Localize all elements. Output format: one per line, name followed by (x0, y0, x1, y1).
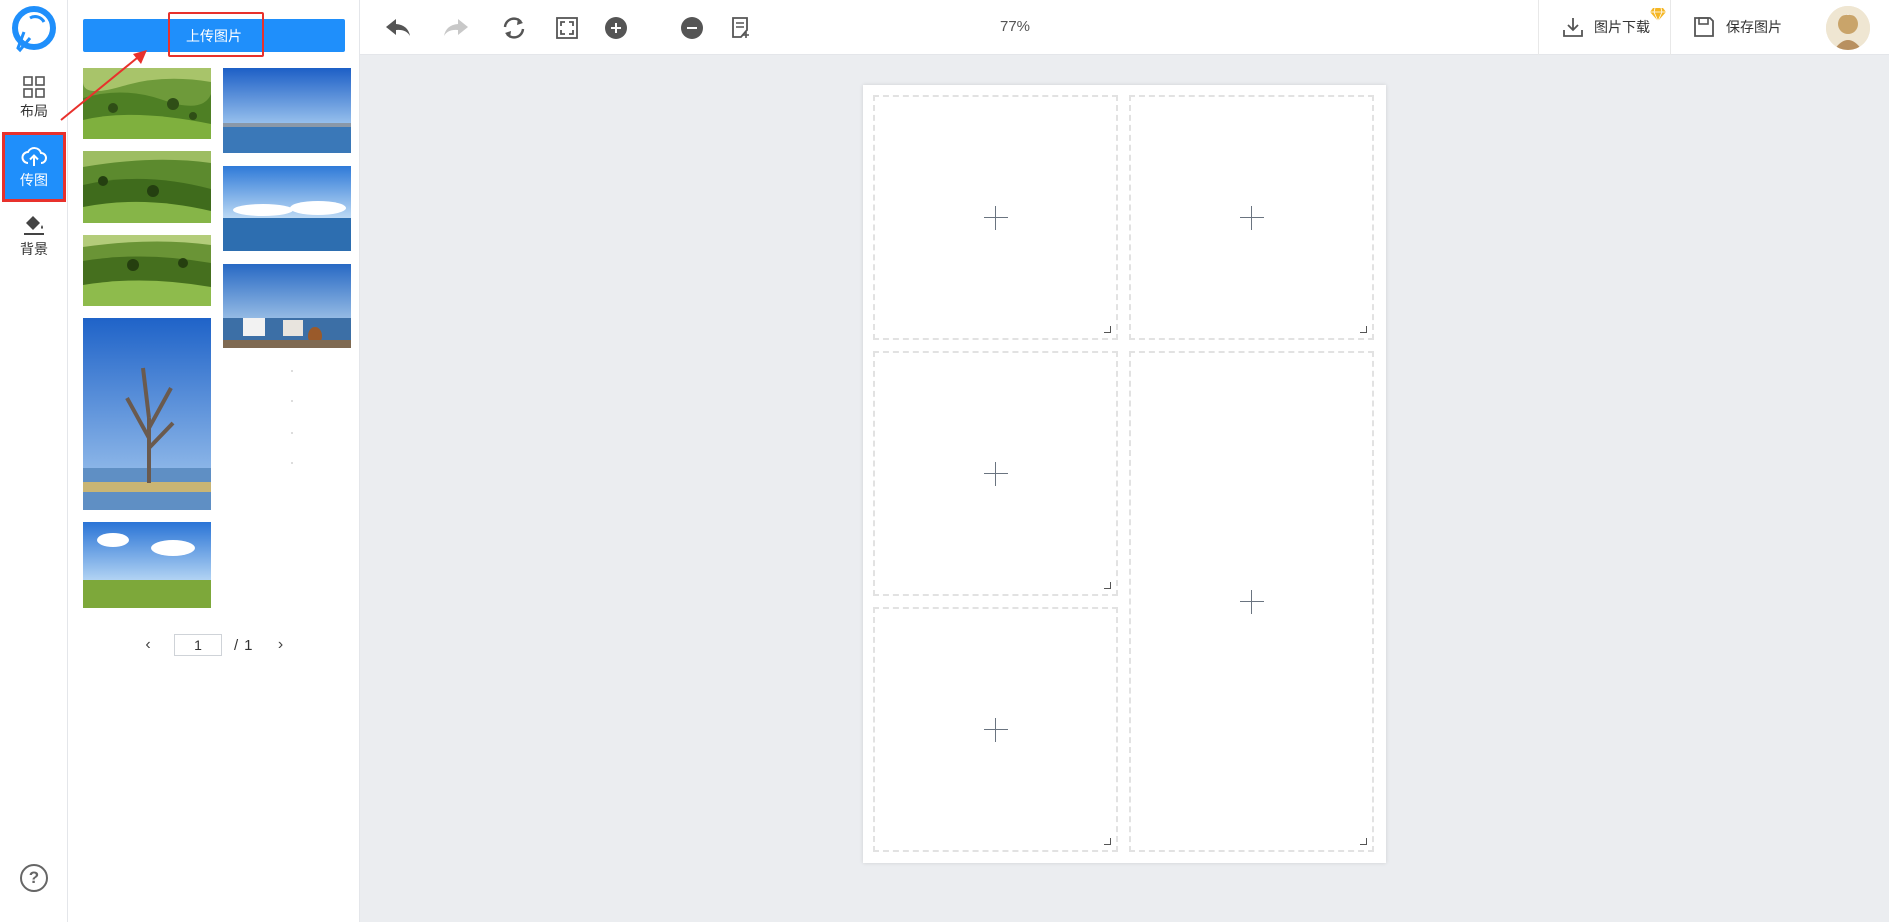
collage-cell[interactable] (873, 607, 1118, 852)
resize-handle[interactable] (1360, 326, 1367, 333)
left-rail: 布局 传图 背景 ? (0, 0, 68, 922)
cloud-upload-icon (21, 147, 47, 166)
fit-screen-icon[interactable] (551, 12, 583, 44)
rail-item-upload-label: 传图 (20, 172, 48, 188)
undo-icon[interactable] (382, 12, 414, 44)
toolbar-divider (1670, 0, 1671, 55)
prev-page-button[interactable]: ‹ (138, 636, 158, 654)
plus-icon (983, 717, 1008, 742)
plus-icon (983, 205, 1008, 230)
rail-item-upload[interactable]: 传图 (2, 132, 66, 202)
thumbnail-green-hills-1[interactable] (83, 68, 211, 139)
thumbnail-green-hills-2[interactable] (83, 151, 211, 223)
refresh-icon[interactable] (498, 12, 530, 44)
zoom-in-icon[interactable] (600, 12, 632, 44)
download-icon (1563, 18, 1583, 37)
resize-handle[interactable] (1360, 838, 1367, 845)
plus-icon (1239, 589, 1264, 614)
resize-handle[interactable] (1104, 582, 1111, 589)
paint-bucket-icon (24, 216, 44, 235)
resize-handle[interactable] (1104, 838, 1111, 845)
collage-cell[interactable] (873, 351, 1118, 596)
help-icon[interactable]: ? (20, 864, 48, 892)
next-page-button[interactable]: › (271, 636, 291, 654)
notes-icon[interactable] (725, 12, 757, 44)
app-logo[interactable] (10, 4, 58, 56)
toolbar-divider (1538, 0, 1539, 55)
page-total: 1 (244, 636, 253, 654)
zoom-out-icon[interactable] (676, 12, 708, 44)
grid-layout-icon (23, 76, 45, 98)
thumbnail-bare-tree-lake[interactable] (83, 318, 211, 510)
page-number-input[interactable]: 1 (174, 634, 222, 656)
download-image-button[interactable]: 图片下载 (1562, 12, 1650, 42)
rail-item-background[interactable]: 背景 (4, 202, 64, 268)
download-label: 图片下载 (1594, 19, 1650, 35)
rail-item-background-label: 背景 (20, 241, 48, 257)
pagination: ‹ 1 / 1 › (138, 634, 328, 656)
plus-icon (1239, 205, 1264, 230)
vip-diamond-icon (1650, 7, 1666, 21)
thumbnail-green-hills-3[interactable] (83, 235, 211, 306)
upload-image-button[interactable]: 上传图片 (83, 19, 345, 52)
rail-item-layout[interactable]: 布局 (4, 64, 64, 130)
save-icon (1694, 17, 1714, 37)
resize-handle[interactable] (1104, 326, 1111, 333)
plus-icon (983, 461, 1008, 486)
thumbnail-lake-sky-1[interactable] (223, 68, 351, 153)
save-label: 保存图片 (1726, 19, 1782, 35)
placeholder-dot (291, 370, 293, 372)
placeholder-dot (291, 462, 293, 464)
placeholder-dot (291, 400, 293, 402)
collage-cell[interactable] (1129, 351, 1374, 852)
thumbnail-lakeside-chairs[interactable] (223, 264, 351, 348)
user-avatar[interactable] (1826, 6, 1870, 50)
save-image-button[interactable]: 保存图片 (1692, 12, 1782, 42)
redo-icon[interactable] (440, 12, 472, 44)
thumbnail-lake-clouds[interactable] (223, 166, 351, 251)
zoom-level: 77% (1000, 18, 1031, 35)
placeholder-dot (291, 432, 293, 434)
collage-cell[interactable] (1129, 95, 1374, 340)
thumbnail-grass-sky-clouds[interactable] (83, 522, 211, 608)
image-panel: 上传图片 ‹ 1 / 1 › (68, 0, 360, 922)
collage-cell[interactable] (873, 95, 1118, 340)
collage-canvas (863, 85, 1386, 863)
page-separator: / (234, 636, 239, 654)
rail-item-layout-label: 布局 (20, 103, 48, 119)
